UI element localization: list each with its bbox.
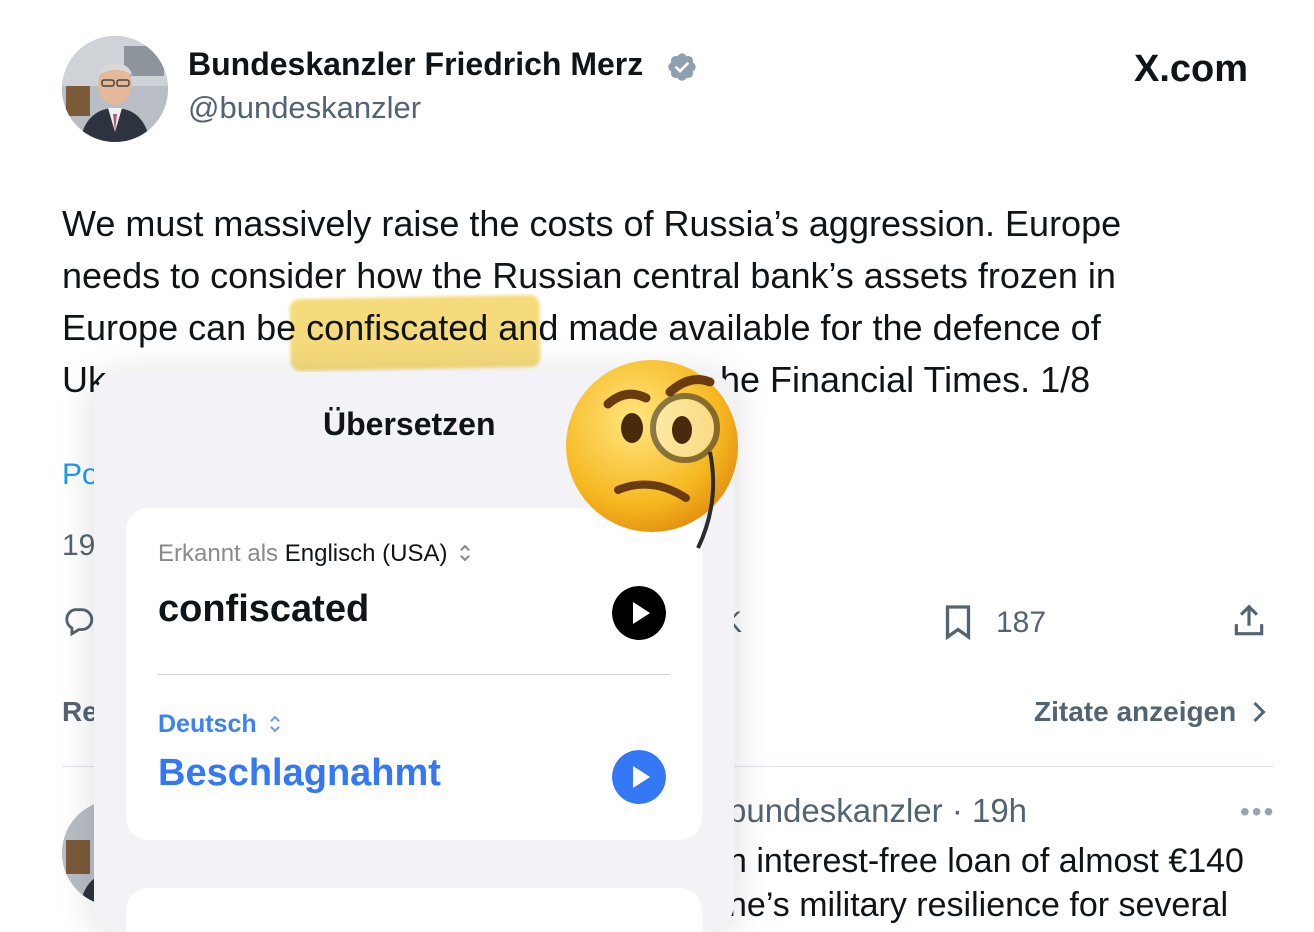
translation-card: Erkannt als Englisch (USA) confiscated D… xyxy=(126,508,702,840)
tweet-text-line: Europe can be confiscated and made avail… xyxy=(62,307,1101,348)
quotes-link[interactable]: Zitate anzeigen xyxy=(1034,696,1268,728)
detected-language[interactable]: Erkannt als Englisch (USA) xyxy=(158,540,472,568)
card-separator xyxy=(158,674,670,675)
tweet-text-line: needs to consider how the Russian centra… xyxy=(62,255,1116,296)
tweet-text-line: We must massively raise the costs of Rus… xyxy=(62,203,1122,244)
tweet-text-line-fragment: he Financial Times. 1/8 xyxy=(720,359,1091,400)
detected-label: Erkannt als xyxy=(158,540,279,567)
author-name[interactable]: Bundeskanzler Friedrich Merz xyxy=(188,46,643,83)
reposts-tab[interactable]: Re xyxy=(62,696,98,728)
bookmark-icon[interactable] xyxy=(940,602,976,642)
share-icon[interactable] xyxy=(1230,602,1268,640)
author-avatar[interactable] xyxy=(62,36,168,142)
bookmark-count[interactable]: 187 xyxy=(996,606,1046,640)
translated-word: Beschlagnahmt xyxy=(158,752,441,794)
reply-text-line: ne’s military resilience for several xyxy=(728,886,1229,924)
source-language: Englisch (USA) xyxy=(284,540,448,567)
quotes-link-label: Zitate anzeigen xyxy=(1034,696,1237,727)
target-language-picker[interactable]: Deutsch xyxy=(158,710,282,739)
chevron-updown-icon xyxy=(460,544,471,562)
more-options-icon[interactable]: ••• xyxy=(1240,796,1275,828)
actions-card[interactable] xyxy=(126,888,702,932)
source-word: confiscated xyxy=(158,588,370,630)
reply-icon[interactable] xyxy=(62,604,96,638)
monocle-face-emoji xyxy=(566,360,738,549)
play-source-button[interactable] xyxy=(612,586,666,640)
chevron-updown-icon xyxy=(269,715,280,733)
reply-author-meta[interactable]: bundeskanzler · 19h xyxy=(728,792,1027,830)
author-handle[interactable]: @bundeskanzler xyxy=(188,90,421,126)
play-translation-button[interactable] xyxy=(612,750,666,804)
reply-text-line: n interest-free loan of almost €140 xyxy=(728,842,1244,880)
site-label: X.com xyxy=(1134,48,1249,90)
verified-badge-icon xyxy=(668,53,696,81)
target-language: Deutsch xyxy=(158,710,257,738)
chevron-right-icon xyxy=(1253,701,1266,723)
post-timestamp: 19 xyxy=(62,529,96,562)
